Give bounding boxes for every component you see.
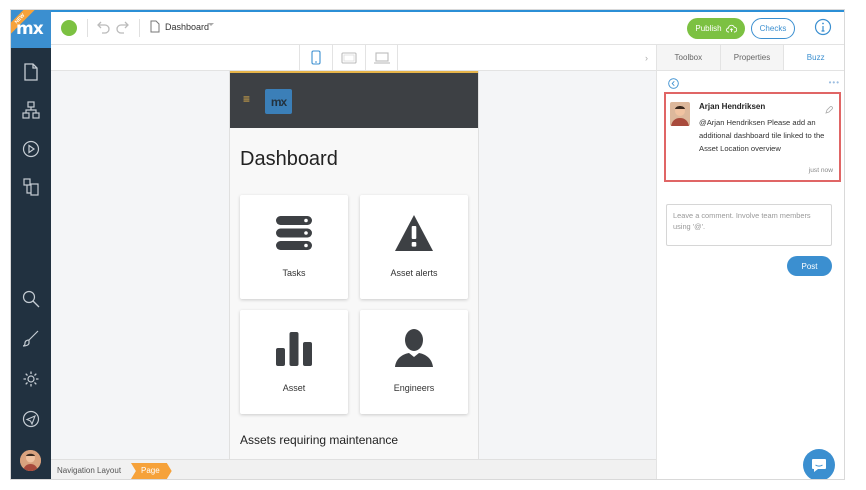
phone-preview: ≡ mx Dashboard Tasks Asset alerts Asset …: [229, 71, 479, 459]
desktop-view-icon[interactable]: [365, 45, 398, 70]
section-title: Assets requiring maintenance: [240, 433, 399, 447]
bar-chart-icon: [274, 328, 314, 368]
panel-tabs: Toolbox Properties Buzz: [657, 45, 844, 71]
hamburger-menu-icon[interactable]: ≡: [243, 93, 250, 105]
left-sidebar: NEW mx: [11, 10, 51, 479]
document-title[interactable]: Dashboard: [165, 22, 209, 32]
redo-icon[interactable]: [115, 19, 131, 37]
run-button[interactable]: [61, 20, 77, 36]
page-title: Dashboard: [240, 148, 338, 170]
person-icon: [394, 328, 434, 368]
comment-timestamp: just now: [808, 167, 833, 174]
comment-author: Arjan Hendriksen: [699, 102, 766, 111]
phone-view-icon[interactable]: [299, 45, 332, 70]
tile-asset-alerts[interactable]: Asset alerts: [360, 195, 468, 299]
top-toolbar: Dashboard Publish Checks: [51, 12, 844, 45]
tile-label: Tasks: [282, 268, 306, 278]
cloud-upload-icon: [725, 24, 737, 33]
hierarchy-icon[interactable]: [19, 98, 43, 122]
tab-properties[interactable]: Properties: [720, 45, 785, 70]
tile-label: Asset: [282, 383, 306, 393]
comment-author-avatar: [670, 102, 690, 126]
breadcrumb-item-navigation-layout[interactable]: Navigation Layout: [57, 466, 121, 475]
gear-icon[interactable]: [19, 367, 43, 391]
publish-button[interactable]: Publish: [687, 18, 745, 39]
play-icon[interactable]: [19, 137, 43, 161]
app-logo: mx: [265, 89, 292, 114]
breadcrumb-item-page[interactable]: Page: [131, 463, 172, 479]
modules-icon[interactable]: [19, 175, 43, 199]
chat-icon: [812, 458, 826, 472]
document-icon[interactable]: [19, 60, 43, 84]
send-icon[interactable]: [19, 407, 43, 431]
chat-button[interactable]: [803, 449, 835, 479]
back-icon[interactable]: [668, 76, 679, 89]
checks-button[interactable]: Checks: [751, 18, 795, 39]
undo-icon[interactable]: [95, 19, 111, 37]
device-toolbar: ›: [51, 45, 656, 71]
tile-label: Engineers: [393, 383, 435, 393]
comment-card: Arjan Hendriksen @Arjan Hendriksen Pleas…: [664, 92, 841, 182]
tab-toolbox[interactable]: Toolbox: [657, 45, 721, 70]
pencil-icon[interactable]: [825, 101, 834, 114]
more-options-icon[interactable]: •••: [829, 78, 840, 87]
phone-header: ≡ mx: [230, 71, 478, 128]
toolbar-divider: [139, 19, 140, 37]
mendix-logo[interactable]: NEW mx: [11, 10, 51, 48]
warning-icon: [394, 213, 434, 253]
page-icon: [150, 20, 160, 33]
info-icon[interactable]: [814, 18, 832, 36]
chevron-right-icon[interactable]: ›: [645, 53, 648, 63]
brush-icon[interactable]: [19, 326, 43, 350]
search-icon[interactable]: [19, 287, 43, 311]
page-canvas: ≡ mx Dashboard Tasks Asset alerts Asset …: [51, 71, 656, 459]
tile-asset[interactable]: Asset: [240, 310, 348, 414]
tab-buzz[interactable]: Buzz: [784, 45, 844, 70]
logo-text: mx: [16, 19, 44, 39]
publish-label: Publish: [695, 24, 722, 33]
chevron-down-icon[interactable]: [208, 23, 214, 26]
app-window: NEW mx Dashboard Publish Checks › ≡ mx D…: [10, 9, 845, 480]
comment-text: @Arjan Hendriksen Please add an addition…: [699, 118, 825, 153]
right-panel: Toolbox Properties Buzz ••• Arjan Hendri…: [656, 45, 844, 479]
tablet-view-icon[interactable]: [332, 45, 365, 70]
user-avatar[interactable]: [20, 450, 41, 471]
post-button[interactable]: Post: [787, 256, 832, 276]
comment-input[interactable]: [666, 204, 832, 246]
tile-tasks[interactable]: Tasks: [240, 195, 348, 299]
toolbar-divider: [87, 19, 88, 37]
tile-engineers[interactable]: Engineers: [360, 310, 468, 414]
server-stack-icon: [274, 213, 314, 253]
tile-label: Asset alerts: [390, 268, 438, 278]
breadcrumb: Navigation Layout Page: [51, 459, 656, 479]
